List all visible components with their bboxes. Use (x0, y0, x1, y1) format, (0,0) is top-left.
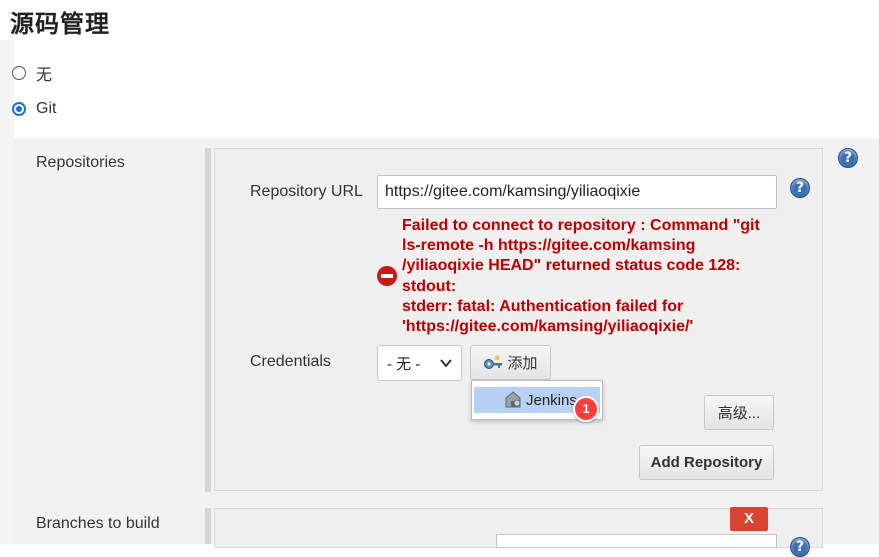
add-credentials-label: 添加 (507, 355, 538, 372)
branch-help-icon[interactable]: ? (790, 537, 810, 557)
credentials-label: Credentials (250, 353, 331, 370)
error-icon (377, 266, 397, 286)
scm-option-git-label: Git (36, 100, 57, 117)
credentials-selected-value: - 无 - (387, 355, 421, 373)
credentials-select[interactable]: - 无 - (377, 345, 462, 381)
jenkins-icon (505, 391, 521, 408)
radio-git[interactable] (12, 102, 26, 116)
repositories-label: Repositories (36, 154, 125, 171)
key-icon (484, 355, 503, 369)
menu-item-jenkins-label: Jenkins (526, 391, 577, 409)
scm-option-none[interactable]: 无 (12, 61, 52, 85)
chevron-down-icon (440, 359, 452, 368)
error-message: Failed to connect to repository : Comman… (402, 217, 760, 336)
repository-url-input[interactable] (377, 175, 777, 209)
scm-option-none-label: 无 (36, 67, 53, 84)
branches-label: Branches to build (36, 515, 160, 532)
repository-url-label: Repository URL (250, 183, 363, 200)
page-title: 源码管理 (10, 10, 110, 38)
step-badge: 1 (573, 396, 599, 422)
add-credentials-button[interactable]: 添加 (470, 345, 551, 380)
radio-none[interactable] (12, 66, 26, 80)
scm-option-git[interactable]: Git (12, 97, 56, 121)
repositories-divider (205, 148, 211, 492)
branches-divider (205, 508, 211, 544)
repository-url-help-icon[interactable]: ? (790, 178, 810, 198)
advanced-button[interactable]: 高级... (704, 395, 774, 430)
branch-specifier-input[interactable] (496, 534, 777, 548)
add-repository-button[interactable]: Add Repository (639, 445, 774, 480)
delete-branch-button[interactable]: X (730, 507, 768, 531)
repositories-help-icon[interactable]: ? (838, 148, 858, 168)
